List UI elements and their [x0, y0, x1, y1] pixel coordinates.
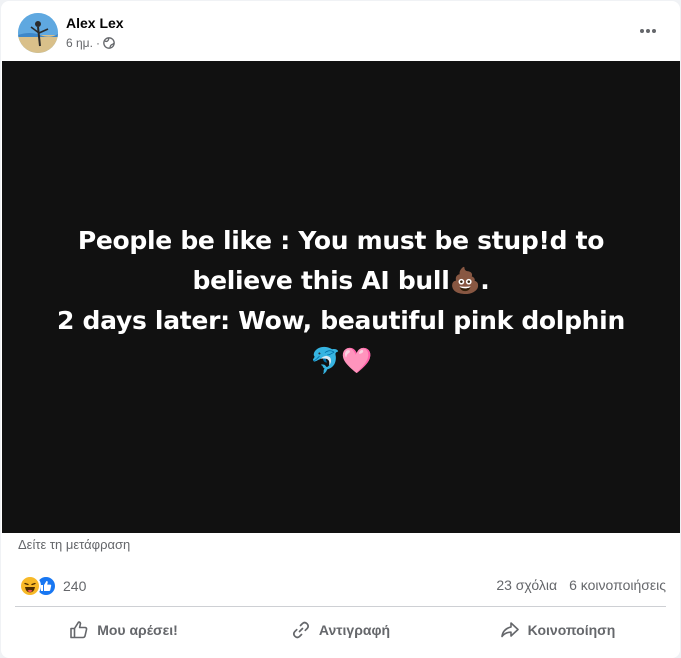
- post-header: Alex Lex 6 ημ. ·: [1, 1, 680, 61]
- see-translation-link[interactable]: Δείτε τη μετάφραση: [18, 537, 130, 552]
- avatar[interactable]: [18, 13, 58, 53]
- post-text-line: believe this AI bull💩.: [192, 266, 490, 295]
- reaction-count: 240: [63, 578, 87, 594]
- link-icon: [291, 620, 311, 640]
- engagement-stats: 23 σχόλια 6 κοινοποιήσεις: [496, 577, 666, 593]
- post-card: Alex Lex 6 ημ. · People be like : You mu…: [1, 1, 680, 658]
- copy-button-label: Αντιγραφή: [318, 622, 391, 638]
- post-text-line: 🐬🩷: [310, 346, 372, 375]
- post-meta: 6 ημ. ·: [66, 36, 115, 50]
- thumbs-up-icon: [69, 620, 89, 640]
- post-actions-bar: Μου αρέσει! Αντιγραφή Κοινοποίηση: [15, 609, 666, 651]
- globe-icon[interactable]: [103, 37, 115, 49]
- copy-button[interactable]: Αντιγραφή: [232, 609, 449, 651]
- like-button-label: Μου αρέσει!: [97, 622, 178, 638]
- share-button-label: Κοινοποίηση: [527, 622, 616, 638]
- haha-reaction-icon: [19, 575, 41, 597]
- post-text-line: 2 days later: Wow, beautiful pink dolphi…: [57, 306, 625, 335]
- post-media[interactable]: People be like : You must be stup!d to b…: [2, 61, 680, 533]
- post-text: People be like : You must be stup!d to b…: [2, 221, 680, 381]
- author-name[interactable]: Alex Lex: [66, 15, 124, 31]
- share-arrow-icon: [500, 620, 520, 640]
- actions-divider: [15, 606, 666, 607]
- shares-count[interactable]: 6 κοινοποιήσεις: [569, 577, 666, 593]
- like-button[interactable]: Μου αρέσει!: [15, 609, 232, 651]
- more-horizontal-icon: [640, 29, 656, 33]
- comments-count[interactable]: 23 σχόλια: [496, 577, 557, 593]
- avatar-image: [18, 13, 58, 53]
- more-options-button[interactable]: [630, 17, 666, 45]
- meta-separator: ·: [95, 36, 100, 50]
- post-time[interactable]: 6 ημ.: [66, 36, 93, 50]
- reactions-summary[interactable]: 240: [19, 575, 86, 597]
- share-button[interactable]: Κοινοποίηση: [449, 609, 666, 651]
- post-text-line: People be like : You must be stup!d to: [77, 226, 605, 255]
